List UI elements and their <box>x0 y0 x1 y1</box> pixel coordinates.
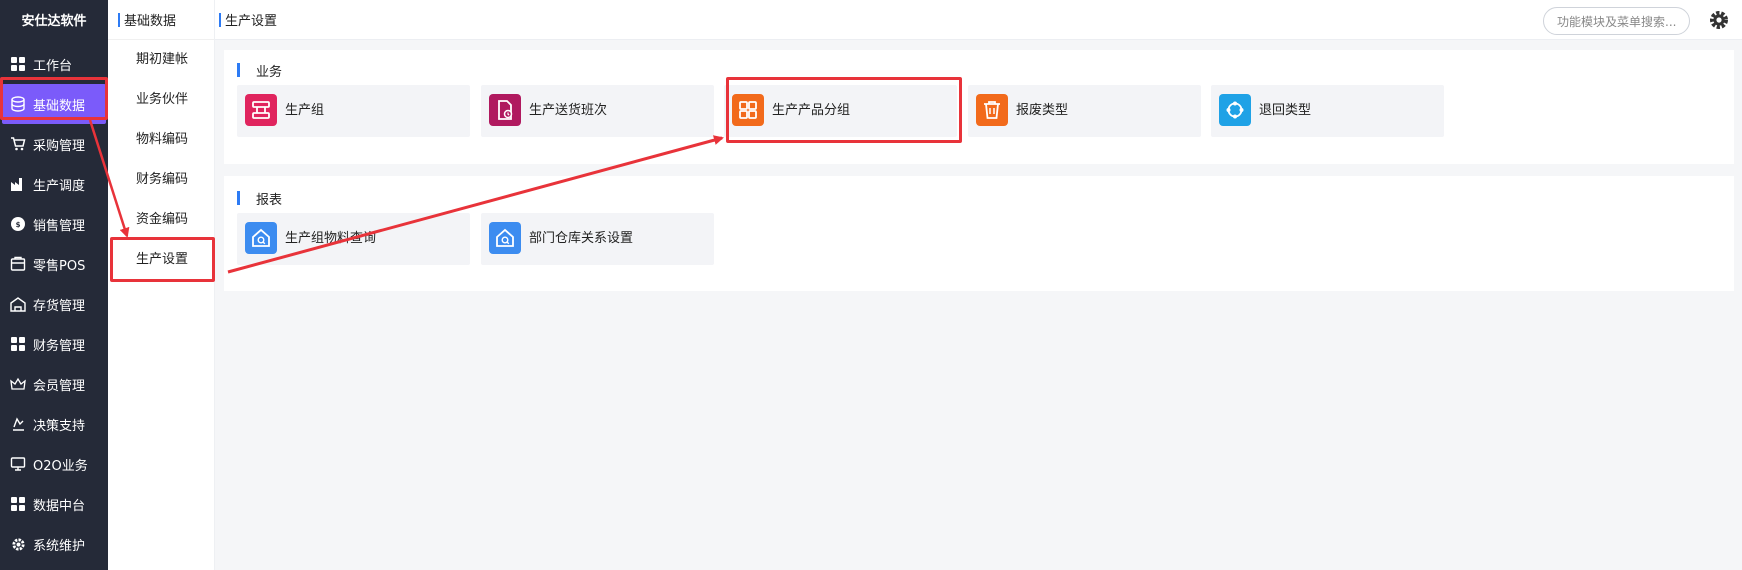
section-accent-bar <box>237 191 240 205</box>
sub-item-opening[interactable]: 期初建帐 <box>108 40 214 80</box>
nav-label: O2O业务 <box>33 458 88 474</box>
sub-item-production-settings[interactable]: 生产设置 <box>108 240 214 280</box>
decision-icon <box>9 415 27 433</box>
brand-title: 安仕达软件 <box>21 14 87 29</box>
reports-panel: 报表 生产组物料查询 部门仓库关系设置 <box>224 176 1734 291</box>
nav-item-member[interactable]: 会员管理 <box>0 364 108 404</box>
sub-item-material-code[interactable]: 物料编码 <box>108 120 214 160</box>
breadcrumb-accent-bar <box>219 12 221 27</box>
production-group-icon <box>245 94 277 126</box>
nav-label: 采购管理 <box>33 138 86 154</box>
card-group-material-query[interactable]: 生产组物料查询 <box>237 213 470 265</box>
sub-menu-header: 基础数据 <box>108 0 214 40</box>
home-search-icon <box>245 222 277 254</box>
breadcrumb-label: 生产设置 <box>225 14 278 29</box>
card-return-type[interactable]: 退回类型 <box>1211 85 1444 137</box>
card-delivery-shift[interactable]: 生产送货班次 <box>481 85 714 137</box>
nav-item-pos[interactable]: 零售POS <box>0 244 108 284</box>
nav-label: 销售管理 <box>33 218 86 234</box>
card-label: 报废类型 <box>1016 103 1069 118</box>
card-label: 生产组物料查询 <box>285 231 377 246</box>
breadcrumb: 生产设置 <box>215 10 277 29</box>
grid-icon <box>9 335 27 353</box>
grid-icon <box>9 495 27 513</box>
nav-item-purchase[interactable]: 采购管理 <box>0 124 108 164</box>
card-label: 生产组 <box>285 103 325 118</box>
nav-label: 会员管理 <box>33 378 86 394</box>
card-label: 部门仓库关系设置 <box>529 231 634 246</box>
section-title: 报表 <box>237 189 283 208</box>
nav-label: 生产调度 <box>33 178 86 194</box>
grid-layout-icon <box>732 94 764 126</box>
top-bar: 生产设置 功能模块及菜单搜索... <box>215 0 1742 40</box>
nav-label: 数据中台 <box>33 498 86 514</box>
database-icon <box>9 95 27 113</box>
business-panel: 业务 生产组 生产送货班次 生产产品分组 报废类型 退回类型 <box>224 50 1734 164</box>
nav-label: 工作台 <box>33 58 73 74</box>
section-title: 业务 <box>237 61 283 80</box>
card-product-grouping[interactable]: 生产产品分组 <box>724 85 957 137</box>
app-window: 安仕达软件 工作台 基础数据 采购管理 生产调度 $ 销售管理 零售POS 存货… <box>0 0 1742 570</box>
section-accent-bar <box>237 63 240 77</box>
sub-item-fund-code[interactable]: 资金编码 <box>108 200 214 240</box>
nav-item-decision[interactable]: 决策支持 <box>0 404 108 444</box>
section-title-label: 业务 <box>256 64 283 80</box>
pos-icon <box>9 255 27 273</box>
gear-icon <box>9 535 27 553</box>
nav-item-data-center[interactable]: 数据中台 <box>0 484 108 524</box>
nav-item-production[interactable]: 生产调度 <box>0 164 108 204</box>
nav-label: 决策支持 <box>33 418 86 434</box>
card-scrap-type[interactable]: 报废类型 <box>968 85 1201 137</box>
sub-menu-title: 基础数据 <box>124 14 177 29</box>
document-clock-icon <box>489 94 521 126</box>
search-input[interactable]: 功能模块及菜单搜索... <box>1543 7 1690 35</box>
nav-label: 财务管理 <box>33 338 86 354</box>
nav-label: 存货管理 <box>33 298 86 314</box>
monitor-icon <box>9 455 27 473</box>
sub-menu: 基础数据 期初建帐 业务伙伴 物料编码 财务编码 资金编码 生产设置 <box>108 0 215 570</box>
settings-gear-icon[interactable] <box>1708 9 1730 31</box>
card-dept-warehouse-settings[interactable]: 部门仓库关系设置 <box>481 213 714 265</box>
sales-badge-icon: $ <box>9 215 27 233</box>
nav-label: 基础数据 <box>33 98 86 114</box>
nav-item-workbench[interactable]: 工作台 <box>0 44 108 84</box>
card-label: 生产产品分组 <box>772 103 851 118</box>
card-label: 生产送货班次 <box>529 103 608 118</box>
nav-item-basic-data[interactable]: 基础数据 <box>2 84 106 124</box>
section-title-label: 报表 <box>256 192 283 208</box>
card-production-group[interactable]: 生产组 <box>237 85 470 137</box>
home-search-icon <box>489 222 521 254</box>
card-label: 退回类型 <box>1259 103 1312 118</box>
return-cycle-icon <box>1219 94 1251 126</box>
main-nav: 安仕达软件 工作台 基础数据 采购管理 生产调度 $ 销售管理 零售POS 存货… <box>0 0 108 570</box>
grid-icon <box>9 55 27 73</box>
nav-label: 系统维护 <box>33 538 86 554</box>
nav-item-inventory[interactable]: 存货管理 <box>0 284 108 324</box>
sub-item-finance-code[interactable]: 财务编码 <box>108 160 214 200</box>
nav-item-o2o[interactable]: O2O业务 <box>0 444 108 484</box>
nav-item-sales[interactable]: $ 销售管理 <box>0 204 108 244</box>
nav-item-system[interactable]: 系统维护 <box>0 524 108 564</box>
warehouse-icon <box>9 295 27 313</box>
title-accent-bar <box>118 12 120 27</box>
crown-icon <box>9 375 27 393</box>
trash-icon <box>976 94 1008 126</box>
cart-icon <box>9 135 27 153</box>
nav-label: 零售POS <box>33 258 86 274</box>
svg-text:$: $ <box>16 221 21 229</box>
factory-icon <box>9 175 27 193</box>
nav-item-finance[interactable]: 财务管理 <box>0 324 108 364</box>
sub-item-partners[interactable]: 业务伙伴 <box>108 80 214 120</box>
